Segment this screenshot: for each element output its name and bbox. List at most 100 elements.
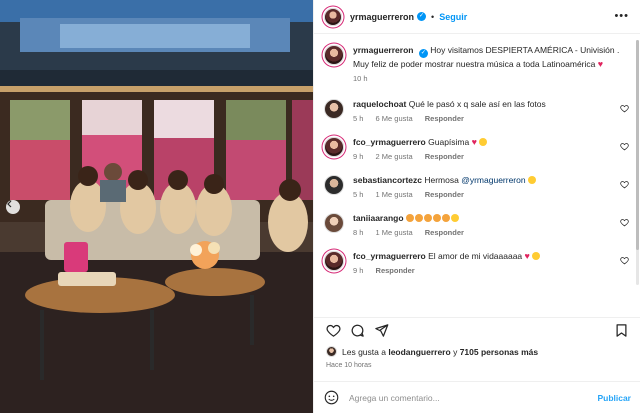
comment-likes[interactable]: 6 Me gusta <box>376 114 413 123</box>
emoji-icon <box>532 252 541 260</box>
publish-button[interactable]: Publicar <box>597 393 631 403</box>
verified-badge-icon: ✓ <box>418 49 428 58</box>
comment-username[interactable]: sebastiancortezc <box>353 175 422 185</box>
comment-username[interactable]: fco_yrmaguerrero <box>353 251 426 261</box>
instagram-post: yrmaguerreron ✓ • Seguir ••• yrmaguerrer… <box>0 0 640 413</box>
heart-emoji: ♥ <box>597 59 604 69</box>
likes-text: Les gusta a leodanguerrero y 7105 person… <box>342 347 538 357</box>
comment-item: taniiaarango 8 h 1 Me gusta Responder <box>324 212 631 237</box>
comment-item: fco_yrmaguerrero El amor de mi vidaaaaaa… <box>324 250 631 275</box>
comment-time[interactable]: 5 h <box>353 114 363 123</box>
comment-time[interactable]: 5 h <box>353 190 363 199</box>
comment-content: Guapísima <box>428 137 470 147</box>
emoji-icon[interactable] <box>324 390 339 405</box>
commenter-avatar[interactable] <box>324 137 344 157</box>
liker-avatar[interactable] <box>326 346 337 357</box>
comment-username[interactable]: raquelochoat <box>353 99 406 109</box>
reply-button[interactable]: Responder <box>425 190 464 199</box>
author-avatar[interactable] <box>324 7 342 26</box>
caption-body: yrmaguerreron ✓ Hoy visitamos DESPIERTA … <box>353 44 631 83</box>
post-time: Hace 10 horas <box>326 362 372 369</box>
post-header: yrmaguerreron ✓ • Seguir ••• <box>314 0 640 34</box>
emoji-icon <box>479 138 488 146</box>
comment-likes[interactable]: 1 Me gusta <box>376 190 413 199</box>
reply-button[interactable]: Responder <box>425 152 464 161</box>
comment-body: taniiaarango 8 h 1 Me gusta Responder <box>353 212 631 237</box>
emoji-icon <box>432 214 441 222</box>
commenter-avatar[interactable] <box>324 99 344 119</box>
share-icon[interactable] <box>374 323 389 338</box>
likes-count[interactable]: 7105 personas más <box>460 347 538 357</box>
comment-time[interactable]: 9 h <box>353 152 363 161</box>
comment-body: sebastiancortezc Hermosa @yrmaguerreron … <box>353 174 631 199</box>
heart-icon[interactable] <box>620 104 629 113</box>
emoji-icon <box>423 214 432 222</box>
comment-meta: 5 h 1 Me gusta Responder <box>353 190 631 199</box>
comment-time[interactable]: 8 h <box>353 228 363 237</box>
comment-content: Qué le pasó x q sale así en las fotos <box>408 99 546 109</box>
likes-conj: y <box>453 346 458 357</box>
comment-text: fco_yrmaguerrero Guapísima ♥ <box>353 136 631 148</box>
carousel-prev-button[interactable] <box>6 200 20 214</box>
likes-prefix: Les gusta a <box>342 346 386 357</box>
comment-text: sebastiancortezc Hermosa @yrmaguerreron <box>353 174 631 186</box>
comments-scrollbar[interactable] <box>636 40 639 285</box>
comment-meta: 9 h Responder <box>353 266 631 275</box>
comment-likes[interactable]: 2 Me gusta <box>376 152 413 161</box>
commenter-avatar[interactable] <box>324 213 344 233</box>
bookmark-icon[interactable] <box>614 323 629 338</box>
more-options-icon[interactable]: ••• <box>614 11 629 22</box>
chevron-left-icon <box>7 200 12 208</box>
post-photo[interactable] <box>0 0 313 413</box>
comment-meta: 9 h 2 Me gusta Responder <box>353 152 631 161</box>
author-username[interactable]: yrmaguerreron <box>350 12 414 22</box>
comment-content: Hermosa <box>424 175 459 185</box>
emoji-icon <box>450 214 459 222</box>
comment-text: raquelochoat Qué le pasó x q sale así en… <box>353 98 631 110</box>
commenter-avatar[interactable] <box>324 175 344 195</box>
comment-icon[interactable] <box>350 323 365 338</box>
comments-list[interactable]: yrmaguerreron ✓ Hoy visitamos DESPIERTA … <box>314 35 640 315</box>
author-avatar[interactable] <box>324 45 344 65</box>
commenter-avatar[interactable] <box>324 251 344 271</box>
comment-item: raquelochoat Qué le pasó x q sale así en… <box>324 98 631 123</box>
reply-button[interactable]: Responder <box>425 228 464 237</box>
caption-username[interactable]: yrmaguerreron <box>353 45 413 55</box>
scrollbar-thumb[interactable] <box>636 40 639 250</box>
comment-mention[interactable]: @yrmaguerreron <box>461 175 525 185</box>
comment-username[interactable]: taniiaarango <box>353 213 404 223</box>
comment-meta: 5 h 6 Me gusta Responder <box>353 114 631 123</box>
caption-text: yrmaguerreron ✓ Hoy visitamos DESPIERTA … <box>353 44 631 70</box>
comment-text: fco_yrmaguerrero El amor de mi vidaaaaaa… <box>353 250 631 262</box>
verified-badge-icon: ✓ <box>417 12 427 21</box>
likes-summary[interactable]: Les gusta a leodanguerrero y 7105 person… <box>326 346 538 357</box>
comment-username[interactable]: fco_yrmaguerrero <box>353 137 426 147</box>
comment-likes[interactable]: 1 Me gusta <box>376 228 413 237</box>
comment-input[interactable] <box>349 392 598 403</box>
caption: yrmaguerreron ✓ Hoy visitamos DESPIERTA … <box>324 44 631 83</box>
separator-dot: • <box>431 11 435 22</box>
caption-meta: 10 h <box>353 74 631 83</box>
reply-button[interactable]: Responder <box>425 114 464 123</box>
comment-time[interactable]: 9 h <box>353 266 363 275</box>
heart-emoji: ♥ <box>471 137 477 147</box>
add-comment-bar: Publicar <box>314 381 640 413</box>
heart-icon[interactable] <box>326 323 341 338</box>
comment-meta: 8 h 1 Me gusta Responder <box>353 228 631 237</box>
comment-body: fco_yrmaguerrero Guapísima ♥ 9 h 2 Me gu… <box>353 136 631 161</box>
comment-content: El amor de mi vidaaaaaa <box>428 251 523 261</box>
heart-icon[interactable] <box>620 180 629 189</box>
heart-icon[interactable] <box>620 142 629 151</box>
post-side-panel: yrmaguerreron ✓ • Seguir ••• yrmaguerrer… <box>313 0 640 413</box>
emoji-icon <box>405 214 414 222</box>
likes-user[interactable]: leodanguerrero <box>388 347 450 357</box>
caption-time[interactable]: 10 h <box>353 74 368 83</box>
heart-icon[interactable] <box>620 256 629 265</box>
heart-icon[interactable] <box>620 218 629 227</box>
reply-button[interactable]: Responder <box>376 266 415 275</box>
emoji-icon <box>441 214 450 222</box>
emoji-icon <box>414 214 423 222</box>
follow-button[interactable]: Seguir <box>439 12 467 22</box>
comment-item: fco_yrmaguerrero Guapísima ♥ 9 h 2 Me gu… <box>324 136 631 161</box>
comment-body: fco_yrmaguerrero El amor de mi vidaaaaaa… <box>353 250 631 275</box>
